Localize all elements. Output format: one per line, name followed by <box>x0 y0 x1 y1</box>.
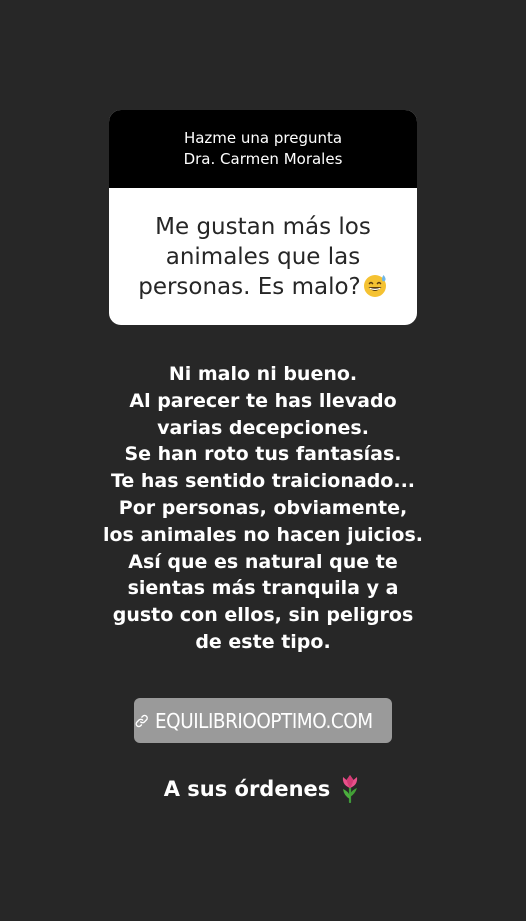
answer-line: Se han roto tus fantasías. <box>124 443 402 466</box>
closing-line: A sus órdenes <box>0 773 526 804</box>
answer-line: Te has sentido traicionado... <box>110 470 416 493</box>
closing-text: A sus órdenes <box>163 777 331 801</box>
grinning-sweat-emoji-icon <box>363 274 386 297</box>
answer-line: varias decepciones. <box>157 416 369 439</box>
tulip-icon <box>343 775 358 803</box>
answer-line: Ni malo ni bueno. <box>168 363 358 385</box>
question-sticker-header: Hazme una pregunta Dra. Carmen Morales <box>109 110 417 188</box>
question-sticker-author: Dra. Carmen Morales <box>183 150 343 168</box>
answer-line: sientas más tranquila y a <box>127 577 399 600</box>
answer-text: Ni malo ni bueno. Al parecer te has llev… <box>40 361 486 656</box>
answer-line: gusto con ellos, sin peligros <box>112 604 414 627</box>
question-text-wrap: Me gustan más los animales que las perso… <box>127 212 399 302</box>
link-sticker[interactable]: EQUILIBRIOOPTIMO.COM <box>134 698 392 743</box>
question-sticker-body: Me gustan más los animales que las perso… <box>109 188 417 325</box>
link-label: EQUILIBRIOOPTIMO.COM <box>155 708 374 733</box>
answer-line: los animales no hacen juicios. <box>102 523 424 546</box>
answer-line: Por personas, obviamente, <box>118 496 408 519</box>
question-sticker: Hazme una pregunta Dra. Carmen Morales M… <box>109 110 417 325</box>
question-text: Me gustan más los animales que las perso… <box>138 213 371 300</box>
answer-line: de este tipo. <box>195 630 331 653</box>
answer-line: Así que es natural que te <box>128 550 398 573</box>
link-icon <box>135 714 148 727</box>
answer-line: Al parecer te has llevado <box>129 389 397 412</box>
question-sticker-title: Hazme una pregunta <box>183 129 343 147</box>
story-canvas: Hazme una pregunta Dra. Carmen Morales M… <box>0 0 526 921</box>
